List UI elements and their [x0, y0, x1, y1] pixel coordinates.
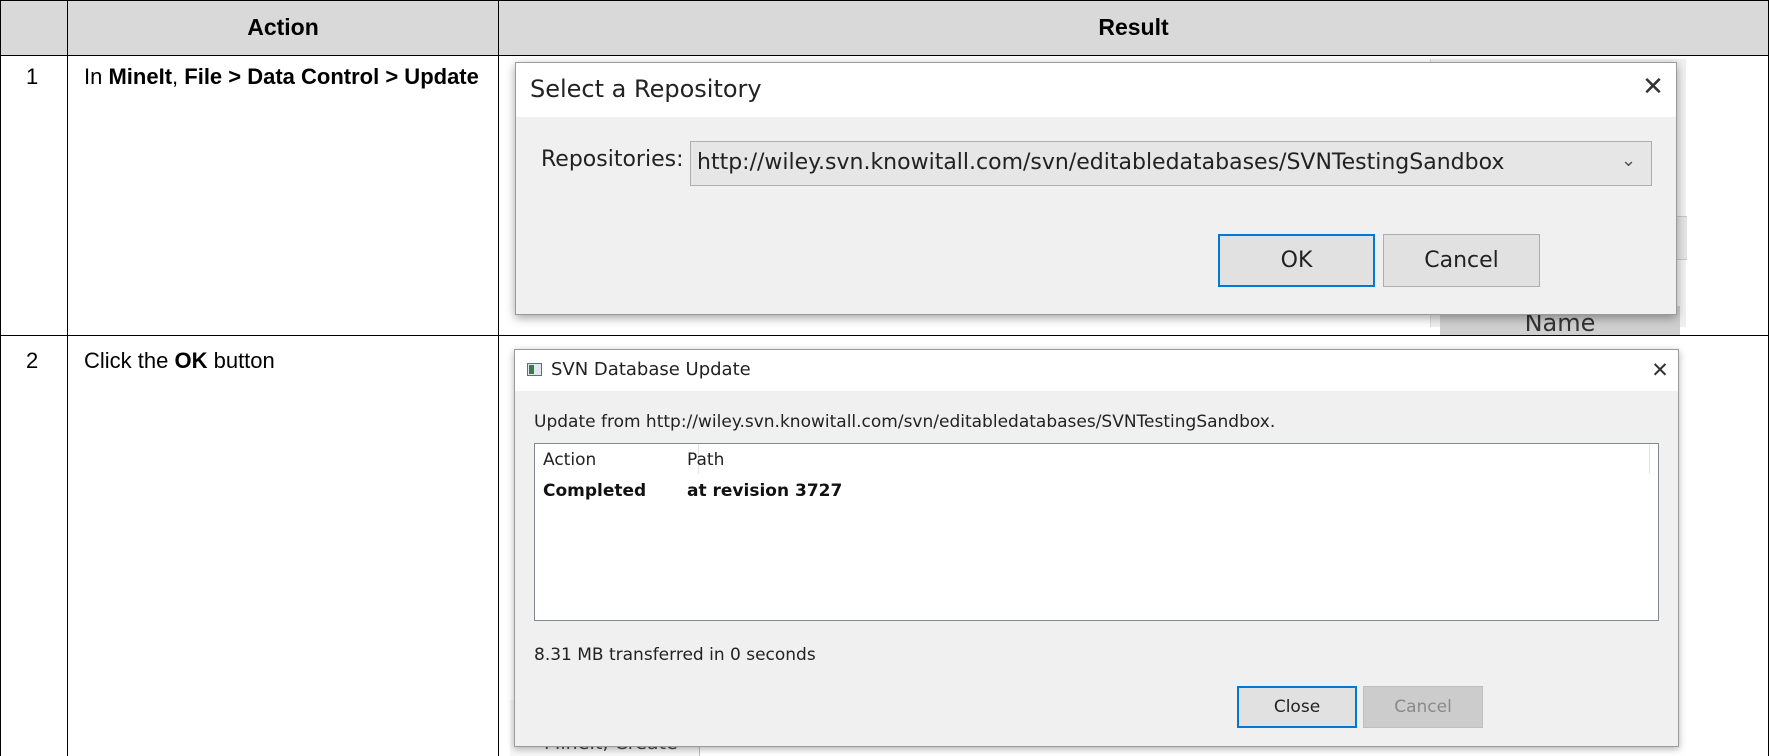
row-2-action-text: Click the [84, 348, 175, 373]
repositories-selected-value: http://wiley.svn.knowitall.com/svn/edita… [697, 150, 1505, 175]
row-2-action-text: button [207, 348, 275, 373]
column-header-number [0, 0, 67, 55]
select-repository-dialog: Select a Repository ✕ Repositories: http… [515, 62, 1677, 315]
dialog-title-bar: SVN Database Update ✕ [515, 350, 1678, 391]
row-1-action-text: In [84, 64, 109, 89]
app-icon-accent [529, 365, 534, 374]
close-icon[interactable]: ✕ [1635, 69, 1671, 105]
table-column-divider [67, 0, 68, 756]
transfer-summary: 8.31 MB transferred in 0 seconds [534, 645, 816, 665]
repositories-dropdown[interactable]: http://wiley.svn.knowitall.com/svn/edita… [690, 141, 1652, 186]
column-header-result: Result [1098, 14, 1169, 40]
list-column-header-path[interactable]: Path [687, 450, 724, 470]
list-column-header-action[interactable]: Action [543, 450, 596, 470]
cancel-button[interactable]: Cancel [1383, 234, 1540, 287]
row-2-action-button-name: OK [174, 348, 208, 373]
dialog-title-bar: Select a Repository ✕ [516, 63, 1676, 117]
close-button[interactable]: Close [1237, 686, 1357, 728]
column-header-action: Action [247, 14, 319, 40]
close-icon[interactable]: ✕ [1645, 354, 1675, 386]
table-row-divider [0, 335, 1769, 336]
svn-database-update-dialog: SVN Database Update ✕ Update from http:/… [514, 349, 1679, 747]
cancel-button: Cancel [1363, 686, 1483, 728]
list-row-action[interactable]: Completed [543, 481, 646, 501]
table-border-left [0, 0, 1, 756]
row-2-number: 2 [26, 348, 39, 373]
app-icon [527, 363, 542, 376]
column-divider [1649, 444, 1650, 474]
row-1-action-menu-path: File > Data Control > Update [184, 64, 479, 89]
row-2-action: Click the OK button [84, 347, 484, 375]
list-row-path[interactable]: at revision 3727 [687, 481, 842, 501]
table-column-divider [498, 0, 499, 756]
chevron-down-icon: ⌄ [1621, 150, 1637, 171]
update-results-list[interactable]: Action Path Completed at revision 3727 [534, 443, 1659, 621]
row-1-number: 1 [26, 64, 39, 89]
dialog-title: Select a Repository [530, 75, 762, 103]
repositories-label: Repositories: [541, 147, 684, 172]
table-header-divider [0, 55, 1769, 56]
table-border-top [0, 0, 1769, 1]
ok-button[interactable]: OK [1218, 234, 1375, 287]
row-1-action-text: , [172, 64, 185, 89]
row-1-action-app: MineIt [108, 64, 173, 89]
update-source-text: Update from http://wiley.svn.knowitall.c… [534, 412, 1276, 432]
row-1-action: In MineIt, File > Data Control > Update [84, 63, 484, 91]
dialog-title: SVN Database Update [551, 359, 751, 380]
